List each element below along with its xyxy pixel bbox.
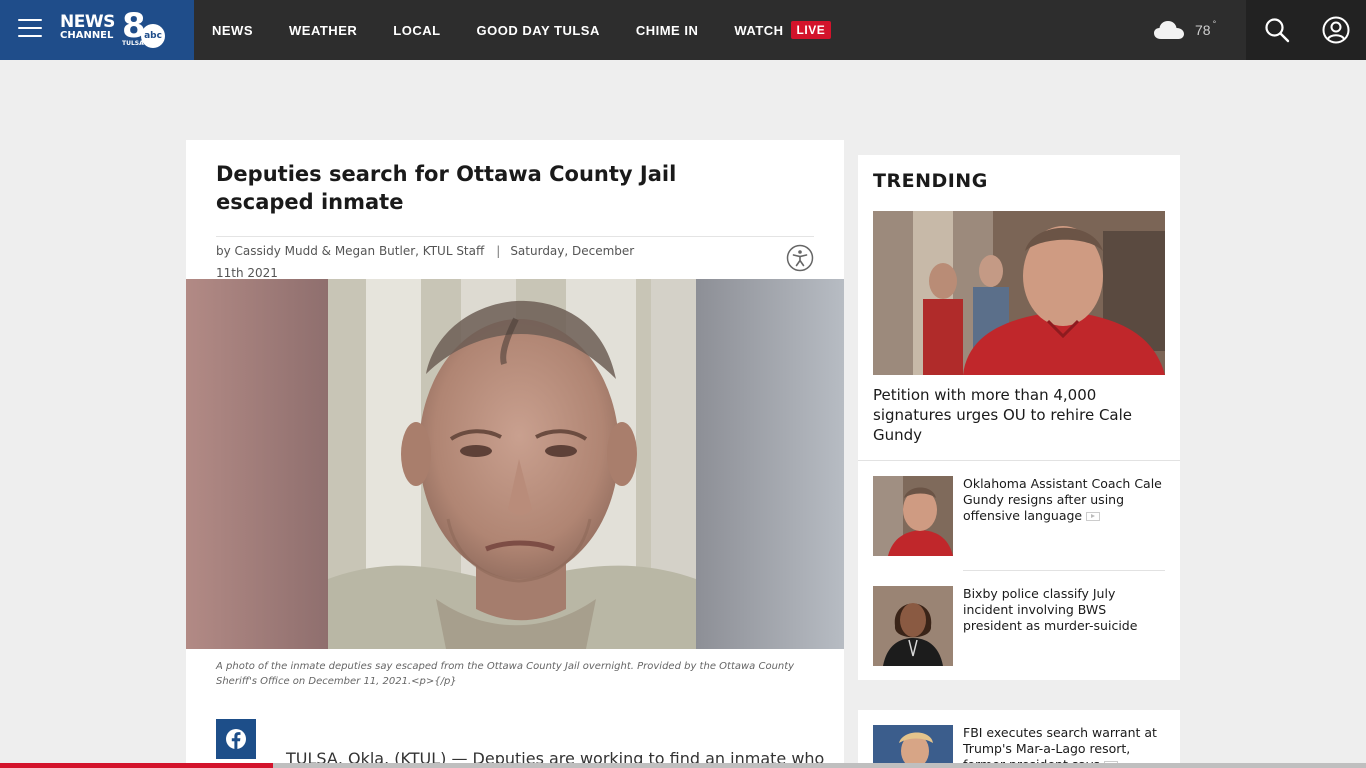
main-nav: NEWS WEATHER LOCAL GOOD DAY TULSA CHIME …: [194, 0, 849, 60]
video-icon: [1086, 512, 1101, 521]
byline-authors[interactable]: by Cassidy Mudd & Megan Butler, KTUL Sta…: [216, 244, 484, 258]
cale-gundy-photo: [873, 211, 1165, 375]
trending-item-thumbnail: [873, 586, 953, 666]
logo-text-news: NEWS: [60, 12, 115, 32]
trending-item-headline: FBI executes search warrant at Trump's M…: [963, 725, 1168, 768]
weather-widget[interactable]: 78 °: [1153, 17, 1216, 43]
byline-separator: |: [496, 244, 501, 258]
temperature-unit: °: [1212, 19, 1217, 29]
trending-item-headline: Oklahoma Assistant Coach Cale Gundy resi…: [963, 476, 1168, 524]
nav-item-weather[interactable]: WEATHER: [289, 23, 357, 38]
trending-lead-headline[interactable]: Petition with more than 4,000 signatures…: [873, 385, 1163, 445]
trending-item-title: Bixby police classify July incident invo…: [963, 586, 1138, 633]
logo-network-badge: abc: [141, 24, 165, 48]
bws-president-thumbnail: [873, 586, 953, 666]
trending-panel: TRENDING Petition with more than 4,000 s…: [858, 155, 1180, 680]
facebook-share-button[interactable]: [216, 719, 256, 759]
article-byline: by Cassidy Mudd & Megan Butler, KTUL Sta…: [216, 240, 656, 284]
trending-item-title: FBI executes search warrant at Trump's M…: [963, 725, 1157, 768]
trending-lead-image[interactable]: [873, 211, 1165, 375]
gundy-thumbnail: [873, 476, 953, 556]
accessibility-icon[interactable]: [786, 244, 814, 272]
account-icon[interactable]: [1322, 16, 1350, 44]
header-tools: [1246, 0, 1366, 60]
nav-item-watch-live[interactable]: WATCH LIVE: [734, 21, 832, 39]
hamburger-menu-icon[interactable]: [18, 19, 42, 39]
logo-text-channel: CHANNEL: [60, 30, 114, 41]
nav-item-watch-label: WATCH: [734, 22, 784, 38]
trending-item[interactable]: Bixby police classify July incident invo…: [873, 586, 1165, 666]
brand-area: NEWS CHANNEL 8 abc TULSA: [0, 0, 194, 60]
reading-progress-fill: [0, 763, 274, 768]
trending-panel-continued: FBI executes search warrant at Trump's M…: [858, 710, 1180, 768]
weather-temperature: 78 °: [1195, 19, 1217, 38]
reading-progress-bar: [0, 763, 1366, 768]
facebook-icon: [226, 729, 246, 749]
logo-city: TULSA: [122, 40, 144, 47]
article-headline: Deputies search for Ottawa County Jail e…: [216, 162, 677, 214]
trending-item-headline: Bixby police classify July incident invo…: [963, 586, 1168, 634]
trending-item-divider: [963, 570, 1165, 571]
trending-item[interactable]: Oklahoma Assistant Coach Cale Gundy resi…: [873, 476, 1165, 556]
temperature-value: 78: [1195, 22, 1211, 38]
article-card: Deputies search for Ottawa County Jail e…: [186, 140, 844, 768]
trending-item-title: Oklahoma Assistant Coach Cale Gundy resi…: [963, 476, 1162, 523]
trending-item[interactable]: FBI executes search warrant at Trump's M…: [873, 725, 1165, 768]
article-hero-image[interactable]: [186, 279, 844, 649]
trending-item-thumbnail: [873, 476, 953, 556]
inmate-photo: [186, 279, 844, 649]
nav-item-local[interactable]: LOCAL: [393, 23, 440, 38]
live-badge: LIVE: [790, 21, 832, 39]
station-logo[interactable]: NEWS CHANNEL 8 abc TULSA: [60, 9, 170, 49]
trending-item-thumbnail: [873, 725, 953, 768]
nav-item-news[interactable]: NEWS: [212, 23, 253, 38]
cloud-icon: [1154, 21, 1184, 39]
trending-divider: [858, 460, 1180, 461]
trump-thumbnail: [873, 725, 953, 768]
nav-item-good-day-tulsa[interactable]: GOOD DAY TULSA: [477, 23, 600, 38]
search-icon[interactable]: [1264, 17, 1290, 43]
image-caption: A photo of the inmate deputies say escap…: [216, 661, 795, 687]
byline-divider: [216, 236, 814, 237]
nav-item-chime-in[interactable]: CHIME IN: [636, 23, 699, 38]
trending-heading: TRENDING: [873, 170, 988, 192]
top-navigation-bar: NEWS CHANNEL 8 abc TULSA NEWS WEATHER LO…: [0, 0, 1366, 60]
